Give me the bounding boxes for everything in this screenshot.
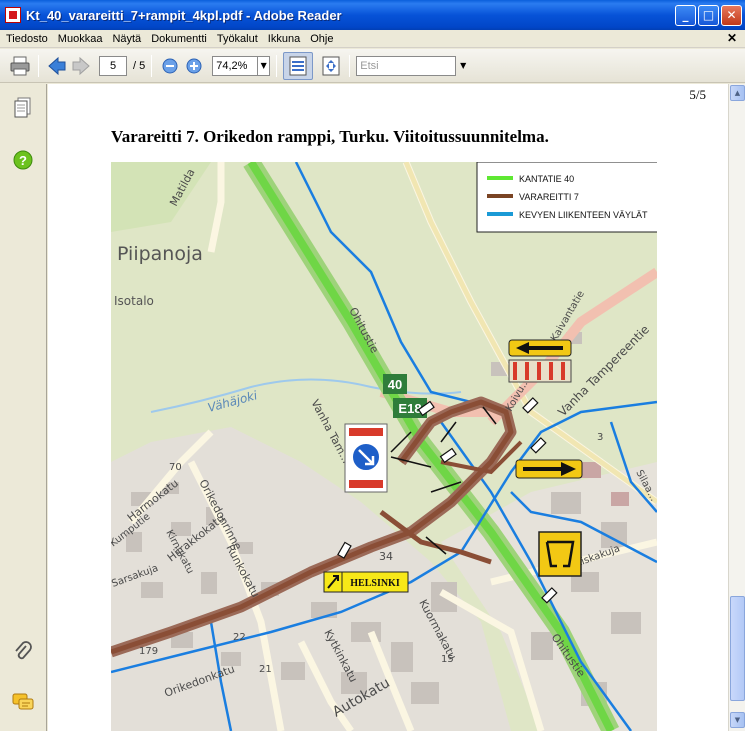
legend-label-kevyt: KEVYEN LIIKENTEEN VÄYLÄT	[519, 210, 648, 220]
fit-width-icon	[289, 56, 307, 75]
helsinki-direction-sign: HELSINKI	[323, 571, 409, 593]
label-num-70: 70	[169, 462, 182, 473]
next-page-button[interactable]	[69, 54, 93, 78]
pdf-page: 5/5 Varareitti 7. Orikedon ramppi, Turku…	[48, 84, 728, 731]
right-arrow-sign	[515, 459, 583, 479]
label-num-21: 21	[259, 664, 272, 675]
svg-text:?: ?	[19, 153, 27, 168]
label-num-3: 3	[597, 432, 603, 443]
window-title: Kt_40_varareitti_7+rampit_4kpl.pdf - Ado…	[26, 7, 342, 23]
page-number-label: 5/5	[689, 87, 706, 102]
previous-page-button[interactable]	[45, 54, 69, 78]
adobe-reader-icon	[5, 7, 21, 23]
chevron-down-icon: ▼	[260, 60, 267, 70]
scroll-down-button[interactable]: ▼	[730, 712, 745, 728]
search-dropdown-button[interactable]: ▼	[456, 56, 470, 76]
fit-page-icon	[322, 56, 340, 75]
printer-icon	[10, 56, 30, 75]
title-bar: Kt_40_varareitti_7+rampit_4kpl.pdf - Ado…	[0, 0, 745, 30]
menu-muokkaa[interactable]: Muokkaa	[54, 33, 107, 45]
toolbar-separator	[349, 54, 351, 77]
maximize-button[interactable]: □	[698, 5, 719, 26]
chevron-down-icon: ▼	[734, 716, 741, 724]
print-button[interactable]	[8, 54, 32, 78]
toolbar-separator	[151, 54, 153, 77]
document-close-button[interactable]: ✕	[727, 31, 737, 45]
arrow-right-icon	[72, 56, 90, 75]
zoom-in-button[interactable]	[182, 54, 206, 78]
menu-ikkuna[interactable]: Ikkuna	[264, 33, 304, 45]
menu-ohje[interactable]: Ohje	[306, 33, 337, 45]
label-isotalo: Isotalo	[114, 294, 154, 308]
menu-dokumentti[interactable]: Dokumentti	[147, 33, 211, 45]
route-map: Piipanoja Isotalo Vähäjoki Ohitustie Ohi…	[111, 162, 657, 731]
road-40-label: 40	[388, 377, 402, 392]
road-e18-label: E18	[398, 401, 421, 416]
detour-symbol-sign	[538, 531, 582, 577]
toolbar-separator	[38, 54, 39, 77]
toolbar-separator	[276, 54, 278, 77]
zoom-in-icon	[186, 58, 202, 73]
minimize-button[interactable]: _	[675, 5, 696, 26]
paperclip-icon[interactable]	[11, 640, 35, 664]
label-piipanoja: Piipanoja	[117, 243, 203, 265]
zoom-out-button[interactable]	[158, 54, 182, 78]
page-number-input[interactable]: 5	[99, 55, 127, 76]
menu-tyokalut[interactable]: Työkalut	[213, 33, 262, 45]
close-button[interactable]: ✕	[721, 5, 742, 26]
menu-nayta[interactable]: Näytä	[108, 33, 145, 45]
barrier-left-arrow-sign	[508, 339, 572, 383]
label-num-22: 22	[233, 632, 246, 643]
label-num-34: 34	[379, 550, 393, 563]
comments-icon[interactable]	[11, 690, 35, 714]
chevron-up-icon: ▲	[734, 89, 741, 97]
fit-width-button[interactable]	[283, 51, 314, 80]
document-viewport[interactable]: 5/5 Varareitti 7. Orikedon ramppi, Turku…	[48, 84, 728, 731]
pages-icon[interactable]	[11, 96, 35, 120]
legend-label-varareitti: VARAREITTI 7	[519, 192, 579, 202]
zoom-dropdown-button[interactable]: ▼	[258, 55, 271, 76]
keep-right-sign	[344, 423, 388, 493]
menu-tiedosto[interactable]: Tiedosto	[2, 33, 52, 45]
map-legend: KANTATIE 40 VARAREITTI 7 KEVYEN LIIKENTE…	[476, 162, 657, 233]
zoom-level-input[interactable]: 74,2%	[212, 55, 259, 76]
legend-label-kantatie: KANTATIE 40	[519, 174, 574, 184]
scroll-up-button[interactable]: ▲	[730, 85, 745, 101]
page-total: / 5	[133, 59, 146, 72]
help-icon[interactable]: ?	[11, 148, 35, 172]
fit-page-button[interactable]	[319, 54, 343, 78]
vertical-scrollbar[interactable]: ▲ ▼	[728, 84, 745, 731]
document-title: Varareitti 7. Orikedon ramppi, Turku. Vi…	[111, 127, 549, 146]
zoom-out-icon	[162, 58, 178, 73]
arrow-left-icon	[48, 56, 66, 75]
label-num-15: 15	[441, 654, 454, 665]
search-input[interactable]: Etsi	[356, 55, 457, 76]
toolbar: 5 / 5 74,2% ▼ Etsi ▼	[0, 49, 745, 83]
navigation-panel: ?	[0, 84, 47, 731]
label-num-179: 179	[139, 646, 158, 657]
menu-bar: Tiedosto Muokkaa Näytä Dokumentti Työkal…	[0, 30, 745, 48]
scrollbar-thumb[interactable]	[730, 596, 745, 701]
chevron-down-icon: ▼	[460, 60, 467, 70]
helsinki-sign-label: HELSINKI	[350, 578, 400, 589]
